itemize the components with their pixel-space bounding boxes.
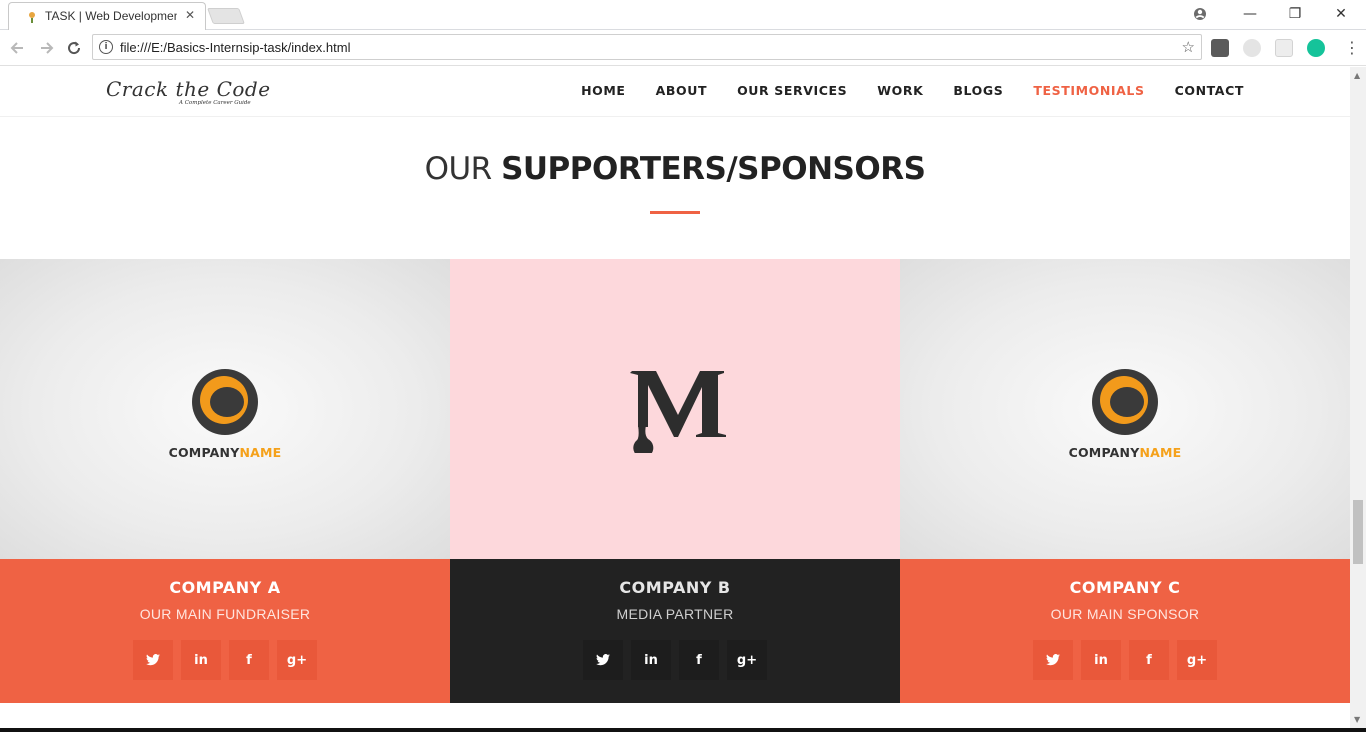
sponsor-info: COMPANY C OUR MAIN SPONSOR in f g+ [900, 559, 1350, 703]
browser-toolbar: i file:///E:/Basics-Internsip-task/index… [0, 30, 1366, 66]
restore-button[interactable]: ❐ [1283, 4, 1307, 24]
leaf-extension-icon[interactable] [1243, 39, 1261, 57]
twitter-icon[interactable] [133, 640, 173, 680]
profile-icon[interactable] [1188, 4, 1212, 24]
sponsor-role: OUR MAIN FUNDRAISER [139, 606, 311, 622]
taskbar-edge [0, 728, 1366, 732]
facebook-icon[interactable]: f [1129, 640, 1169, 680]
sponsor-name: COMPANY C [1069, 578, 1181, 597]
nav-item-contact[interactable]: CONTACT [1175, 83, 1244, 98]
google-plus-icon[interactable]: g+ [727, 640, 767, 680]
google-plus-icon[interactable]: g+ [1177, 640, 1217, 680]
metamask-extension-icon[interactable] [1211, 39, 1229, 57]
nav-item-work[interactable]: WORK [877, 83, 923, 98]
sponsor-name: COMPANY A [169, 578, 281, 597]
social-links: in f g+ [450, 640, 900, 680]
nav-item-home[interactable]: HOME [581, 83, 625, 98]
sponsor-info: COMPANY B MEDIA PARTNER in f g+ [450, 559, 900, 703]
sponsor-name: COMPANY B [619, 578, 731, 597]
company-wordmark: COMPANYNAME [1068, 445, 1182, 460]
nav-item-blogs[interactable]: BLOGS [953, 83, 1003, 98]
browser-tab[interactable]: TASK | Web Developmen ✕ [8, 2, 206, 30]
sponsor-logo-area: COMPANYNAME [900, 259, 1350, 559]
web-page: Crack the Code A Complete Career Guide H… [0, 67, 1350, 728]
scroll-down-icon[interactable]: ▼ [1354, 715, 1360, 724]
section-title-bold: SUPPORTERS/SPONSORS [501, 151, 926, 187]
sponsor-role: OUR MAIN SPONSOR [1050, 606, 1200, 622]
linkedin-icon[interactable]: in [631, 640, 671, 680]
twitter-icon[interactable] [1033, 640, 1073, 680]
social-links: in f g+ [900, 640, 1350, 680]
back-arrow-icon[interactable] [8, 38, 28, 58]
tab-close-icon[interactable]: ✕ [185, 8, 195, 22]
twitter-icon[interactable] [583, 640, 623, 680]
browser-tab-bar: TASK | Web Developmen ✕ — ❐ ✕ [0, 0, 1366, 30]
company-ring-icon [192, 369, 258, 435]
scroll-up-icon[interactable]: ▲ [1354, 71, 1360, 80]
address-bar[interactable]: i file:///E:/Basics-Internsip-task/index… [92, 34, 1202, 60]
company-logo: COMPANYNAME [0, 367, 450, 460]
social-links: in f g+ [0, 640, 450, 680]
site-info-icon[interactable]: i [99, 40, 113, 54]
linkedin-icon[interactable]: in [181, 640, 221, 680]
section-title-light: OUR [424, 151, 502, 187]
main-nav: HOME ABOUT OUR SERVICES WORK BLOGS TESTI… [581, 83, 1244, 98]
puzzle-extension-icon[interactable] [1275, 39, 1293, 57]
sponsor-card-a: COMPANYNAME COMPANY A OUR MAIN FUNDRAISE… [0, 259, 450, 703]
sponsor-card-c: COMPANYNAME COMPANY C OUR MAIN SPONSOR i… [900, 259, 1350, 703]
nav-item-testimonials[interactable]: TESTIMONIALS [1033, 83, 1144, 98]
sponsor-card-b: COMPANY B MEDIA PARTNER in f g+ [450, 259, 900, 703]
company-ring-icon [1092, 369, 1158, 435]
company-logo: COMPANYNAME [900, 367, 1350, 460]
google-plus-icon[interactable]: g+ [277, 640, 317, 680]
tab-title: TASK | Web Developmen [45, 9, 177, 23]
title-divider [650, 211, 700, 214]
sponsor-cards: COMPANYNAME COMPANY A OUR MAIN FUNDRAISE… [0, 259, 1350, 703]
sponsor-logo-area [450, 259, 900, 559]
browser-menu-icon[interactable]: ⋮ [1344, 38, 1360, 58]
forward-arrow-icon[interactable] [36, 38, 56, 58]
page-scrollbar[interactable]: ▲ ▼ [1350, 67, 1366, 728]
media-m-logo-icon [630, 371, 726, 453]
grammarly-extension-icon[interactable] [1307, 39, 1325, 57]
linkedin-icon[interactable]: in [1081, 640, 1121, 680]
section-title: OUR SUPPORTERS/SPONSORS [0, 151, 1350, 187]
nav-item-about[interactable]: ABOUT [656, 83, 708, 98]
logo-title: Crack the Code [106, 77, 271, 101]
facebook-icon[interactable]: f [229, 640, 269, 680]
reload-icon[interactable] [64, 38, 84, 58]
site-header: Crack the Code A Complete Career Guide H… [0, 67, 1350, 117]
facebook-icon[interactable]: f [679, 640, 719, 680]
page-favicon-icon [29, 12, 35, 23]
address-url: file:///E:/Basics-Internsip-task/index.h… [120, 40, 351, 55]
window-close-button[interactable]: ✕ [1329, 4, 1353, 24]
minimize-button[interactable]: — [1238, 4, 1262, 24]
new-tab-button[interactable] [207, 8, 245, 24]
sponsor-info: COMPANY A OUR MAIN FUNDRAISER in f g+ [0, 559, 450, 703]
scrollbar-thumb[interactable] [1353, 500, 1363, 564]
nav-item-our-services[interactable]: OUR SERVICES [737, 83, 847, 98]
bookmark-star-icon[interactable]: ☆ [1182, 38, 1195, 56]
company-wordmark: COMPANYNAME [168, 445, 282, 460]
sponsor-logo-area: COMPANYNAME [0, 259, 450, 559]
logo-tagline: A Complete Career Guide [179, 100, 251, 106]
sponsor-role: MEDIA PARTNER [616, 606, 734, 622]
site-logo[interactable]: Crack the Code A Complete Career Guide [106, 77, 271, 106]
